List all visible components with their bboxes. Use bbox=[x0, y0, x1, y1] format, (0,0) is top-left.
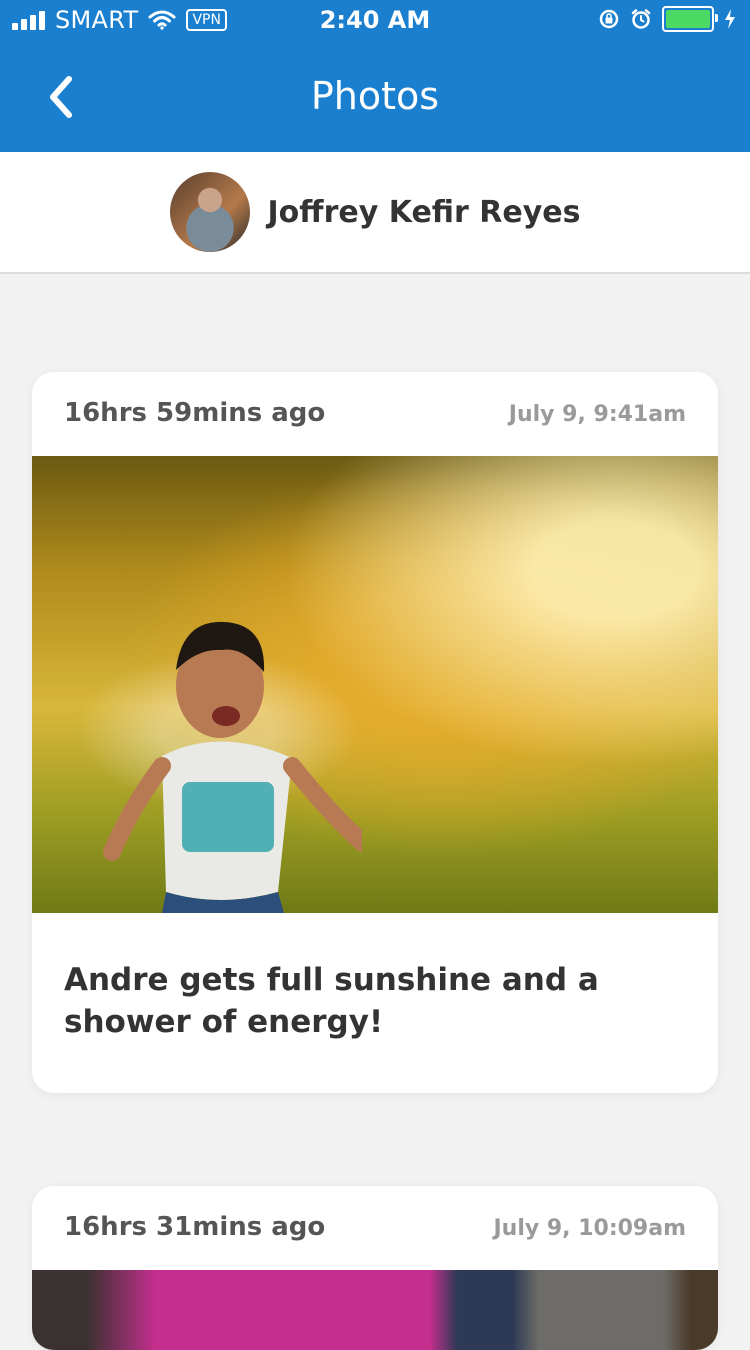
avatar bbox=[169, 172, 250, 252]
page-title: Photos bbox=[310, 74, 440, 118]
post-date: July 9, 9:41am bbox=[508, 402, 686, 427]
post-photo[interactable] bbox=[32, 456, 718, 913]
nav-bar: Photos bbox=[0, 40, 750, 152]
app-header: SMART VPN 2:40 AM Photos bbox=[0, 0, 750, 152]
photo-post-card[interactable]: 16hrs 31mins ago July 9, 10:09am bbox=[32, 1186, 718, 1350]
charging-bolt-icon bbox=[725, 9, 735, 29]
profile-name: Joffrey Kefir Reyes bbox=[267, 194, 581, 230]
post-photo[interactable] bbox=[32, 1270, 718, 1350]
status-bar: SMART VPN 2:40 AM bbox=[0, 0, 750, 40]
post-relative-time: 16hrs 59mins ago bbox=[64, 398, 326, 428]
post-date: July 9, 10:09am bbox=[493, 1216, 686, 1241]
profile-header: Joffrey Kefir Reyes bbox=[0, 152, 750, 274]
alarm-icon bbox=[631, 9, 651, 29]
photo-post-card[interactable]: 16hrs 59mins ago July 9, 9:41am Andre ge… bbox=[32, 372, 718, 1093]
post-header: 16hrs 59mins ago July 9, 9:41am bbox=[32, 372, 718, 456]
battery-icon bbox=[662, 6, 718, 32]
rotation-lock-icon bbox=[599, 9, 619, 29]
post-caption: Andre gets full sunshine and a shower of… bbox=[64, 962, 599, 1040]
status-right bbox=[598, 6, 736, 32]
post-header: 16hrs 31mins ago July 9, 10:09am bbox=[32, 1186, 718, 1270]
post-relative-time: 16hrs 31mins ago bbox=[64, 1212, 326, 1242]
child-figure-illustration bbox=[103, 621, 362, 913]
